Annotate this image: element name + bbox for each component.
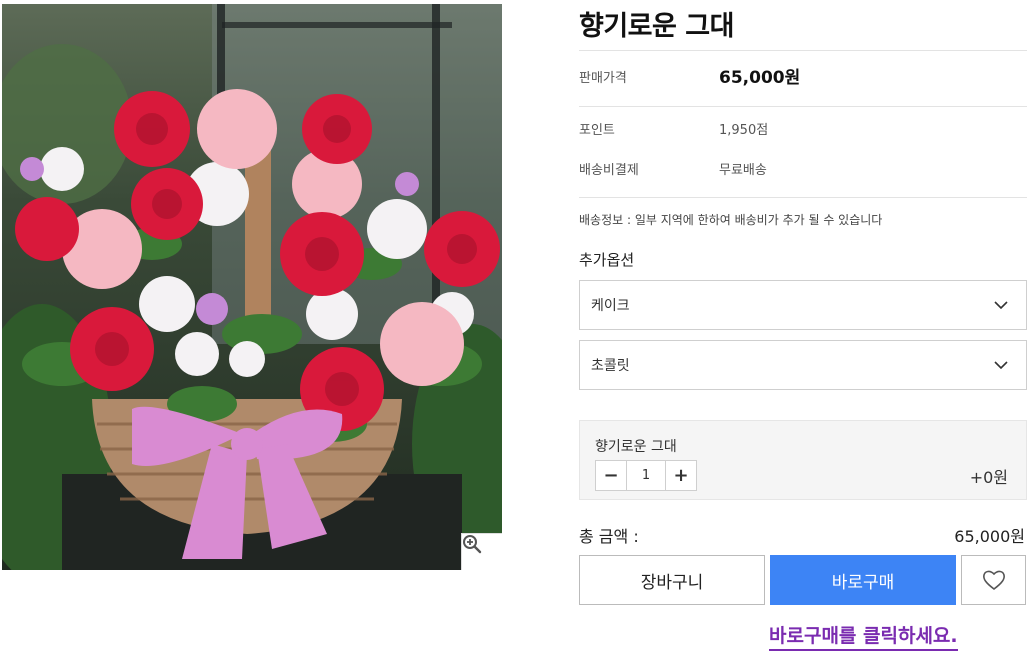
buy-now-cta-link[interactable]: 바로구매를 클릭하세요. xyxy=(769,621,958,651)
shipping-label: 배송비결제 xyxy=(579,163,639,178)
flower-basket-illustration xyxy=(2,4,502,570)
buy-now-button[interactable]: 바로구매 xyxy=(770,555,956,605)
chevron-down-icon xyxy=(994,360,1008,369)
divider xyxy=(579,197,1027,198)
option-select-cake[interactable]: 케이크 xyxy=(579,280,1027,330)
product-image xyxy=(2,4,502,570)
zoom-in-icon xyxy=(463,535,482,554)
option-price: +0원 xyxy=(969,468,1008,487)
divider xyxy=(579,106,1027,107)
selected-item-name: 향기로운 그대 xyxy=(595,439,677,455)
zoom-button[interactable] xyxy=(461,533,502,570)
shipping-notice: 배송정보 : 일부 지역에 한하여 배송비가 추가 될 수 있습니다 xyxy=(579,213,883,227)
product-title: 향기로운 그대 xyxy=(579,11,734,42)
selected-item-box: 향기로운 그대 − 1 + +0원 xyxy=(579,420,1027,500)
chevron-down-icon xyxy=(994,300,1008,309)
option-select-chocolate[interactable]: 초콜릿 xyxy=(579,340,1027,390)
divider xyxy=(579,50,1027,51)
total-value: 65,000원 xyxy=(954,527,1025,546)
point-label: 포인트 xyxy=(579,123,615,138)
wishlist-button[interactable] xyxy=(961,555,1026,605)
option-select-value: 초콜릿 xyxy=(591,358,630,374)
quantity-input[interactable]: 1 xyxy=(626,461,666,490)
price-value: 65,000원 xyxy=(719,68,801,88)
total-label: 총 금액 : xyxy=(579,527,639,546)
options-heading: 추가옵션 xyxy=(579,251,635,269)
price-label: 판매가격 xyxy=(579,71,627,86)
decrease-button[interactable]: − xyxy=(596,461,626,490)
heart-icon xyxy=(982,570,1005,591)
add-to-cart-button[interactable]: 장바구니 xyxy=(579,555,765,605)
shipping-value: 무료배송 xyxy=(719,163,767,178)
option-select-value: 케이크 xyxy=(591,298,630,314)
increase-button[interactable]: + xyxy=(666,461,696,490)
quantity-stepper: − 1 + xyxy=(595,460,697,491)
point-value: 1,950점 xyxy=(719,123,769,138)
